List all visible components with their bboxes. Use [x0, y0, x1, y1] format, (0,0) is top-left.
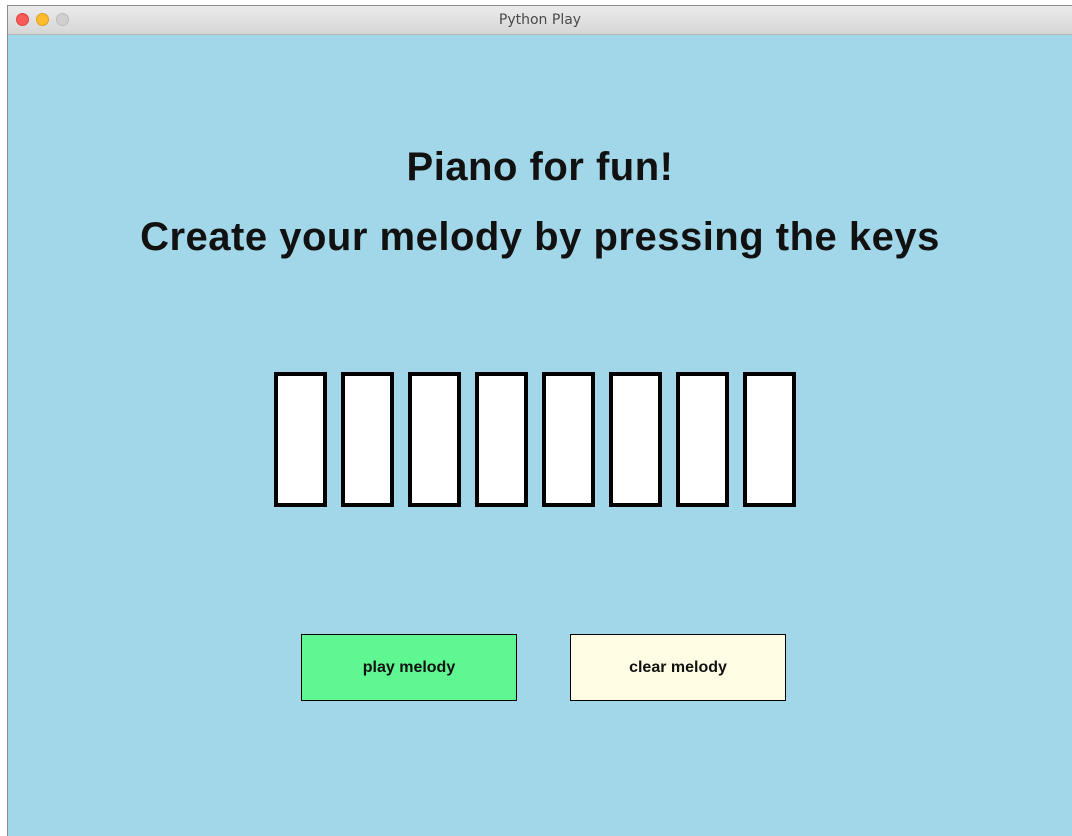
play-melody-button[interactable]: play melody — [301, 634, 517, 701]
clear-melody-button[interactable]: clear melody — [570, 634, 786, 701]
piano-key-8[interactable] — [743, 372, 796, 507]
piano-key-7[interactable] — [676, 372, 729, 507]
piano-key-4[interactable] — [475, 372, 528, 507]
piano-key-5[interactable] — [542, 372, 595, 507]
piano-key-3[interactable] — [408, 372, 461, 507]
piano-key-1[interactable] — [274, 372, 327, 507]
piano-key-2[interactable] — [341, 372, 394, 507]
game-canvas: Piano for fun! Create your melody by pre… — [8, 35, 1072, 836]
title-bar[interactable]: Python Play — [8, 6, 1072, 35]
app-window: Python Play Piano for fun! Create your m… — [7, 5, 1072, 836]
piano-key-6[interactable] — [609, 372, 662, 507]
page-title: Piano for fun! — [406, 145, 674, 189]
clear-melody-label: clear melody — [629, 658, 727, 676]
instruction-text: Create your melody by pressing the keys — [140, 215, 940, 259]
play-melody-label: play melody — [362, 658, 456, 676]
window-title: Python Play — [498, 12, 582, 28]
